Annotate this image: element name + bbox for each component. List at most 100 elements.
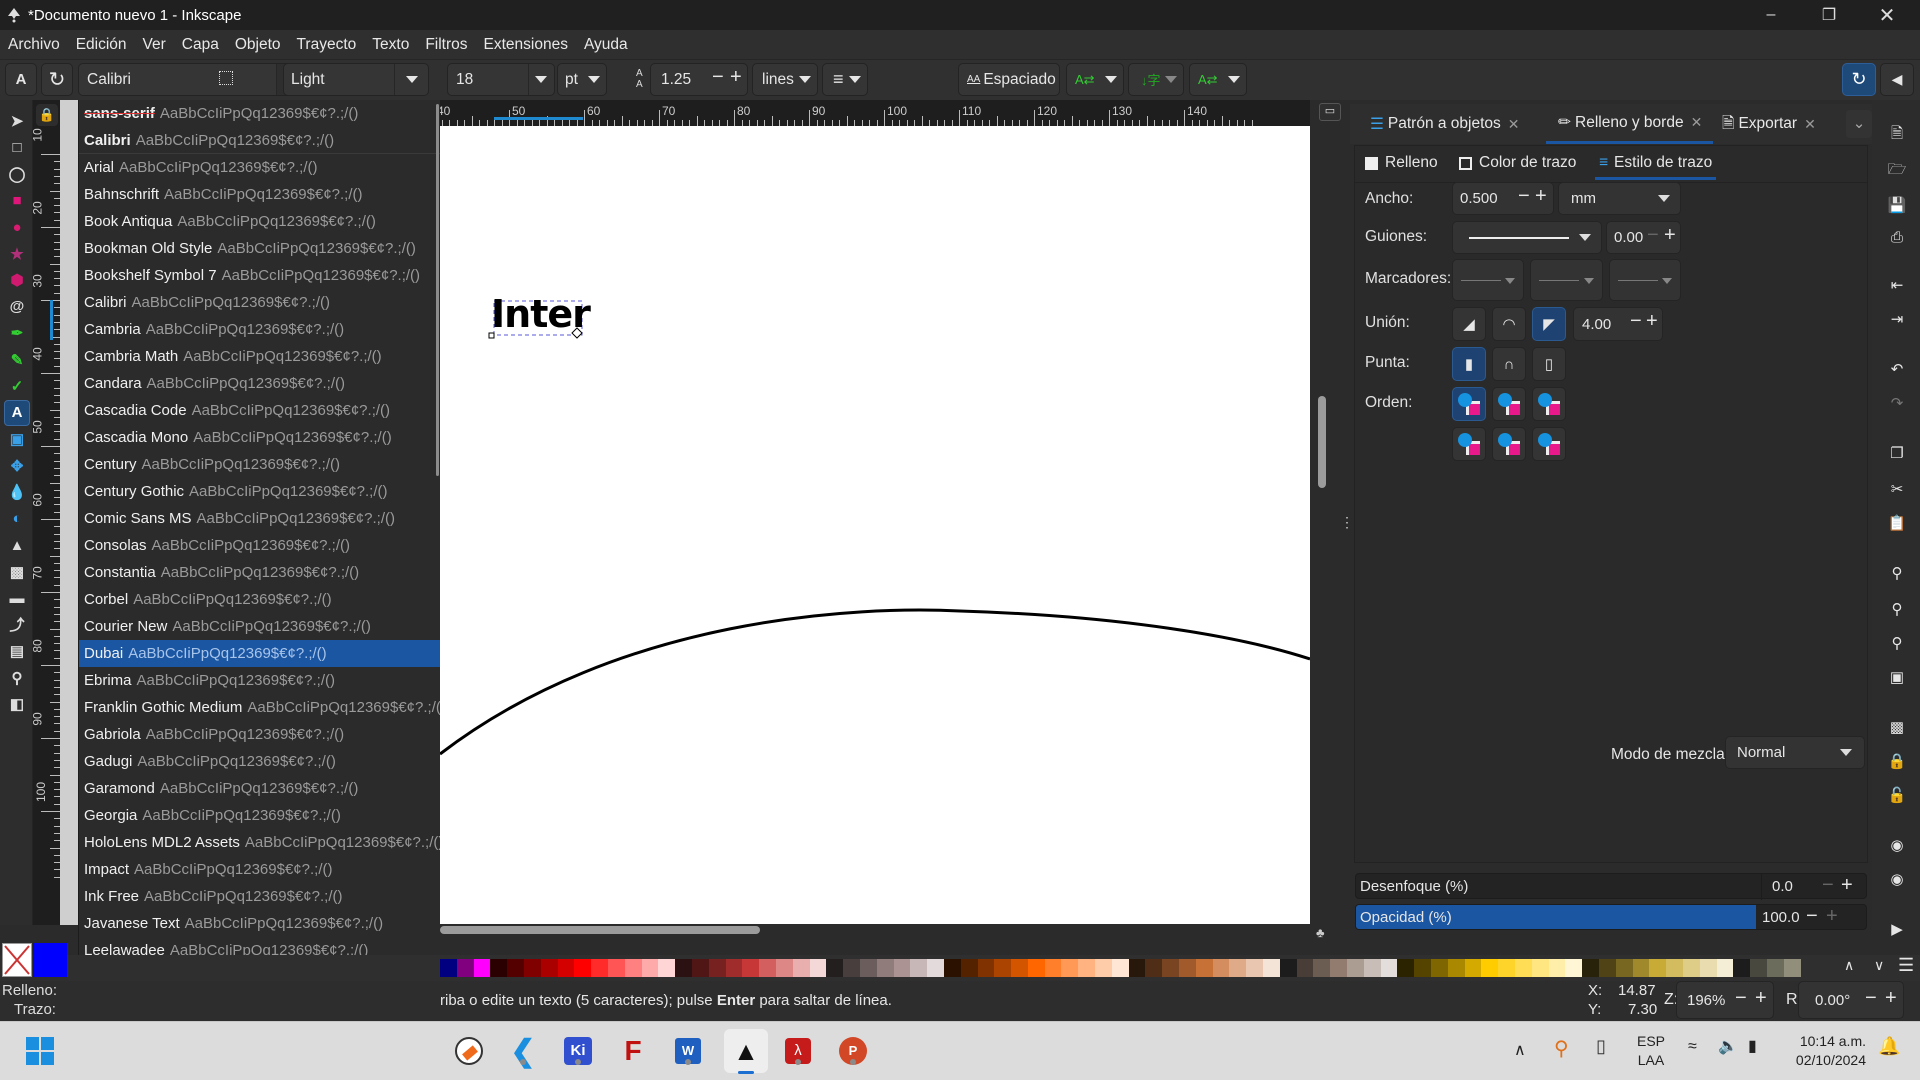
text-orientation-select[interactable]: A⇄ bbox=[1189, 63, 1247, 96]
command-snap-bbox-button[interactable]: ◉ bbox=[1886, 868, 1908, 890]
palette-swatch[interactable] bbox=[1498, 959, 1515, 977]
palette-swatch[interactable] bbox=[893, 959, 911, 977]
minus-icon[interactable]: − bbox=[1630, 310, 1642, 333]
palette-swatch[interactable] bbox=[490, 959, 508, 977]
palette-swatch[interactable] bbox=[742, 959, 760, 977]
stroke-unit-select[interactable]: mm bbox=[1558, 182, 1681, 215]
palette-swatch[interactable] bbox=[1632, 959, 1650, 977]
font-list-item[interactable]: Javanese Text AaBbCcIiPpQq12369$€¢?.;/() bbox=[79, 910, 440, 937]
tool-eraser[interactable]: ▬ bbox=[4, 585, 30, 611]
command-open-button[interactable]: 🗁 bbox=[1886, 160, 1908, 182]
palette-swatch[interactable] bbox=[994, 959, 1012, 977]
tool-tweak[interactable]: ▲ bbox=[4, 532, 30, 558]
command-paste-button[interactable]: 📋 bbox=[1886, 512, 1908, 534]
snap-toggle-button[interactable]: ↻ bbox=[1842, 63, 1876, 96]
font-list-item[interactable]: Consolas AaBbCcIiPpQq12369$€¢?.;/() bbox=[79, 532, 440, 559]
tool-star[interactable]: ★ bbox=[4, 241, 30, 267]
tool-spray[interactable]: ▩ bbox=[4, 559, 30, 585]
rotate-cw-icon[interactable]: + bbox=[1885, 987, 1897, 1010]
font-list-item[interactable]: Gadugi AaBbCcIiPpQq12369$€¢?.;/() bbox=[79, 748, 440, 775]
tool-dropper[interactable]: 💧 bbox=[4, 479, 30, 505]
close-window-button[interactable]: ✕ bbox=[1858, 0, 1916, 30]
font-list-item[interactable]: Bookshelf Symbol 7 AaBbCcIiPpQq12369$€¢?.… bbox=[79, 262, 440, 289]
font-list-item[interactable]: Arial AaBbCcIiPpQq12369$€¢?.;/() bbox=[79, 154, 440, 181]
line-height-unit-select[interactable]: lines bbox=[752, 63, 818, 96]
palette-swatch[interactable] bbox=[691, 959, 709, 977]
tool-mesh[interactable]: ✥ bbox=[4, 453, 30, 479]
tool-pen[interactable]: ✒ bbox=[4, 320, 30, 346]
palette-swatch[interactable] bbox=[507, 959, 524, 977]
join-miter-button[interactable]: ◤ bbox=[1532, 307, 1566, 341]
plus-icon[interactable]: + bbox=[1646, 310, 1658, 333]
lock-guides-button[interactable]: 🔒 bbox=[36, 104, 58, 126]
subtab-stroke-paint[interactable]: Color de trazo bbox=[1459, 154, 1576, 172]
palette-swatch[interactable] bbox=[1011, 959, 1028, 977]
notification-bell-icon[interactable]: 🔔 bbox=[1878, 1036, 1900, 1057]
tool-pages[interactable]: ▤ bbox=[4, 638, 30, 664]
cap-butt-button[interactable]: ▮ bbox=[1452, 347, 1486, 381]
palette-swatch[interactable] bbox=[1766, 959, 1784, 977]
menu-texto[interactable]: Texto bbox=[364, 36, 417, 54]
palette-swatch[interactable] bbox=[809, 959, 827, 977]
font-list-item[interactable]: Bookman Old Style AaBbCcIiPpQq12369$€¢?.;… bbox=[79, 235, 440, 262]
font-size-select[interactable]: 18 bbox=[447, 63, 555, 96]
palette-swatch[interactable] bbox=[927, 959, 944, 977]
command-lock-button[interactable]: 🔒 bbox=[1886, 750, 1908, 772]
command-duplicate-button[interactable]: ❐ bbox=[1886, 442, 1908, 464]
palette-swatch[interactable] bbox=[1128, 959, 1146, 977]
font-list-item[interactable]: Cambria Math AaBbCcIiPpQq12369$€¢?.;/() bbox=[79, 343, 440, 370]
menu-objeto[interactable]: Objeto bbox=[227, 36, 289, 54]
font-list-scrollbar[interactable] bbox=[436, 104, 439, 476]
palette-swatch[interactable] bbox=[977, 959, 995, 977]
plus-icon[interactable]: + bbox=[1841, 874, 1853, 897]
minus-icon[interactable]: − bbox=[1806, 905, 1818, 928]
palette-scroll-up-icon[interactable]: ∧ bbox=[1844, 957, 1854, 974]
start-marker-select[interactable] bbox=[1452, 259, 1524, 301]
plus-icon[interactable]: + bbox=[1826, 905, 1838, 928]
palette-swatch[interactable] bbox=[876, 959, 894, 977]
color-manage-button[interactable]: ♣ bbox=[1316, 924, 1334, 942]
font-list-item[interactable]: Comic Sans MS AaBbCcIiPpQq12369$€¢?.;/() bbox=[79, 505, 440, 532]
taskbar-app-acrobat[interactable]: λ bbox=[779, 1032, 817, 1070]
palette-swatch[interactable] bbox=[1682, 959, 1700, 977]
cap-square-button[interactable]: ▯ bbox=[1532, 347, 1566, 381]
minimize-button[interactable]: – bbox=[1742, 0, 1800, 30]
font-list-item[interactable]: Ebrima AaBbCcIiPpQq12369$€¢?.;/() bbox=[79, 667, 440, 694]
palette-swatch[interactable] bbox=[1615, 959, 1633, 977]
font-list-item[interactable]: Garamond AaBbCcIiPpQq12369$€¢?.;/() bbox=[79, 775, 440, 802]
display-mode-button[interactable]: ▭ bbox=[1319, 103, 1341, 121]
palette-swatch[interactable] bbox=[607, 959, 625, 977]
palette-swatch[interactable] bbox=[1246, 959, 1264, 977]
menu-archivo[interactable]: Archivo bbox=[0, 36, 68, 54]
zoom-out-icon[interactable]: − bbox=[1735, 987, 1747, 1010]
tool-node[interactable]: □ bbox=[4, 135, 30, 161]
font-list-item[interactable]: Corbel AaBbCcIiPpQq12369$€¢?.;/() bbox=[79, 586, 440, 613]
tool-ellipse[interactable]: ● bbox=[4, 214, 30, 240]
palette-swatch[interactable] bbox=[1313, 959, 1331, 977]
palette-swatch[interactable] bbox=[1078, 959, 1096, 977]
tool-selector[interactable]: ➤ bbox=[4, 108, 30, 134]
text-align-select[interactable]: ≡ bbox=[822, 63, 868, 96]
palette-swatch[interactable] bbox=[1279, 959, 1297, 977]
command-redo-button[interactable]: ↷ bbox=[1886, 392, 1908, 414]
palette-swatch[interactable] bbox=[708, 959, 726, 977]
palette-swatch[interactable] bbox=[843, 959, 860, 977]
minus-icon[interactable]: − bbox=[1822, 874, 1834, 897]
language-indicator[interactable]: ESP LAA bbox=[1637, 1032, 1665, 1070]
taskbar-app-obs[interactable] bbox=[450, 1032, 488, 1070]
font-list-item[interactable]: Cambria AaBbCcIiPpQq12369$€¢?.;/() bbox=[79, 316, 440, 343]
command-new-document-button[interactable]: 🗎 bbox=[1886, 124, 1908, 146]
tool-gradient[interactable]: ▣ bbox=[4, 426, 30, 452]
palette-swatch[interactable] bbox=[1330, 959, 1348, 977]
tool-spiral[interactable]: @ bbox=[4, 294, 30, 320]
font-list-item[interactable]: Ink Free AaBbCcIiPpQq12369$€¢?.;/() bbox=[79, 883, 440, 910]
menu-extensiones[interactable]: Extensiones bbox=[476, 36, 576, 54]
taskbar-app-inkscape[interactable]: ▲ bbox=[724, 1029, 768, 1074]
palette-swatch[interactable] bbox=[456, 959, 474, 977]
paint-order-button[interactable] bbox=[1452, 427, 1486, 461]
paint-order-button[interactable] bbox=[1492, 387, 1526, 421]
tool-paint-bucket[interactable]: ◐ bbox=[4, 506, 30, 532]
command-import-button[interactable]: ⇤ bbox=[1886, 274, 1908, 296]
close-tab-icon[interactable]: ✕ bbox=[1804, 116, 1816, 133]
font-list-item[interactable]: HoloLens MDL2 Assets AaBbCcIiPpQq12369$€¢… bbox=[79, 829, 440, 856]
